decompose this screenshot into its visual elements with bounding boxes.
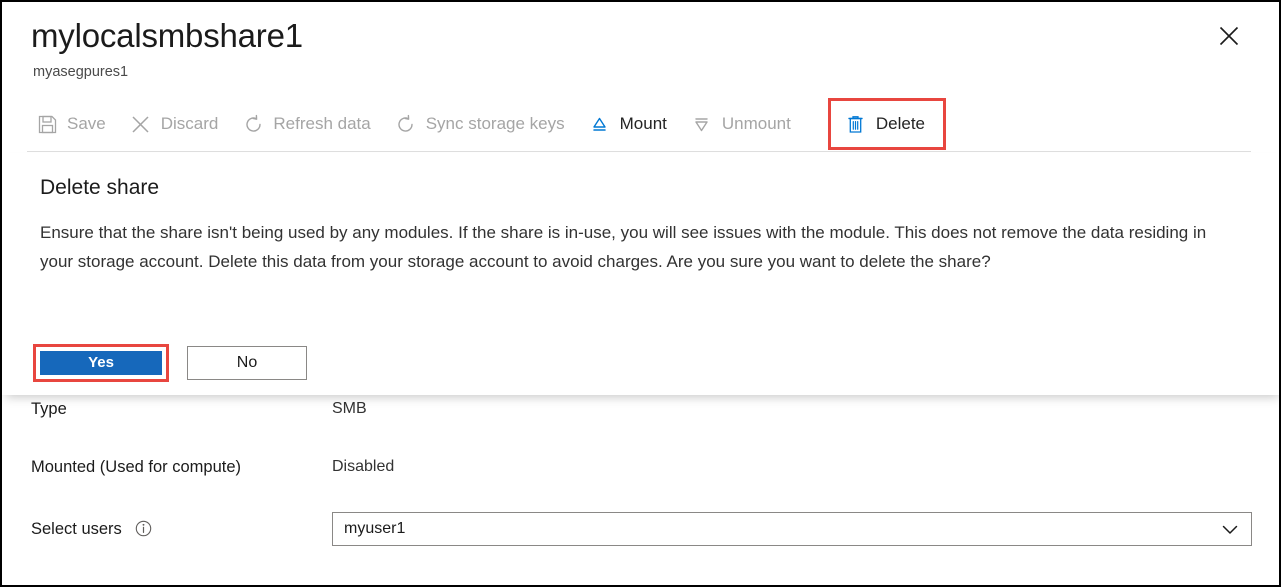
- page-header: mylocalsmbshare1 myasegpures1: [2, 2, 1281, 152]
- yes-button-highlight: Yes: [33, 344, 169, 382]
- select-users-dropdown[interactable]: myuser1: [332, 512, 1252, 546]
- command-mount-label: Mount: [620, 114, 667, 134]
- confirm-yes-button[interactable]: Yes: [38, 349, 164, 377]
- sync-icon: [395, 113, 417, 135]
- delete-share-title: Delete share: [40, 175, 159, 201]
- select-users-value: myuser1: [344, 513, 405, 545]
- mount-icon: [589, 113, 611, 135]
- command-refresh-data-label: Refresh data: [273, 114, 370, 134]
- command-mount[interactable]: Mount: [582, 102, 676, 146]
- delete-share-panel: Delete share Ensure that the share isn't…: [2, 153, 1281, 395]
- form-row-select-users-label: Select users: [31, 512, 152, 546]
- command-unmount-label: Unmount: [722, 114, 791, 134]
- command-sync-storage-keys-label: Sync storage keys: [426, 114, 565, 134]
- command-discard[interactable]: Discard: [123, 102, 228, 146]
- select-users-text: Select users: [31, 520, 122, 538]
- info-icon[interactable]: [135, 520, 152, 537]
- delete-share-actions: Yes No: [33, 344, 307, 382]
- discard-icon: [130, 113, 152, 135]
- command-save[interactable]: Save: [29, 102, 115, 146]
- share-details-page: mylocalsmbshare1 myasegpures1: [0, 0, 1281, 587]
- form-row-type-label: Type: [31, 392, 67, 426]
- form-row-mounted-value: Disabled: [332, 450, 394, 484]
- command-discard-label: Discard: [161, 114, 219, 134]
- chevron-down-icon: [1221, 521, 1239, 539]
- form-row-type: Type SMB: [2, 392, 1281, 426]
- unmount-icon: [691, 113, 713, 135]
- command-unmount[interactable]: Unmount: [684, 102, 800, 146]
- close-icon: [1218, 25, 1240, 52]
- form-row-mounted: Mounted (Used for compute) Disabled: [2, 450, 1281, 484]
- command-refresh-data[interactable]: Refresh data: [235, 102, 379, 146]
- form-row-mounted-label: Mounted (Used for compute): [31, 450, 241, 484]
- delete-trash-icon: [845, 113, 867, 135]
- save-icon: [36, 113, 58, 135]
- close-button[interactable]: [1213, 22, 1245, 54]
- page-subtitle: myasegpures1: [33, 63, 128, 81]
- page-title: mylocalsmbshare1: [31, 16, 303, 56]
- command-delete[interactable]: Delete: [828, 98, 946, 150]
- confirm-no-button[interactable]: No: [187, 346, 307, 380]
- form-row-type-value: SMB: [332, 392, 367, 426]
- refresh-icon: [242, 113, 264, 135]
- command-sync-storage-keys[interactable]: Sync storage keys: [388, 102, 574, 146]
- command-delete-label: Delete: [876, 114, 925, 134]
- delete-share-description: Ensure that the share isn't being used b…: [40, 219, 1232, 276]
- command-save-label: Save: [67, 114, 106, 134]
- command-bar: Save Discard Refresh: [29, 102, 954, 146]
